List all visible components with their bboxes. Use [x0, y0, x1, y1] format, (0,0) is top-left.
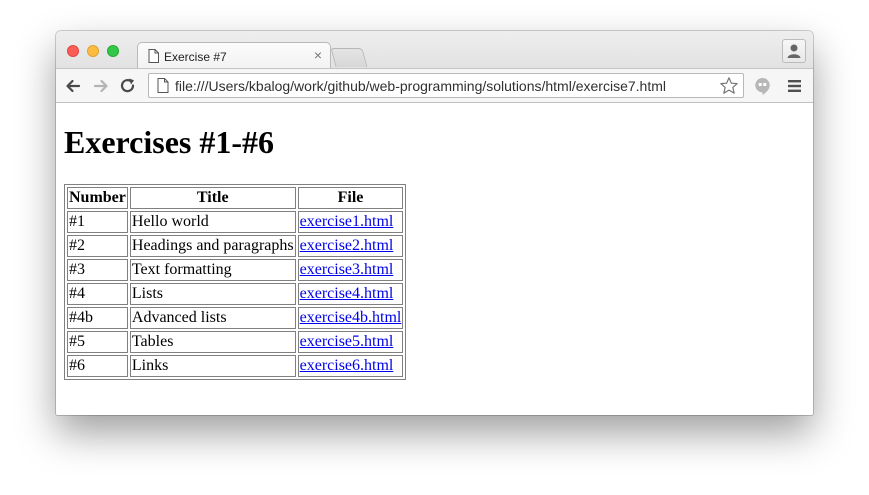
back-arrow-icon: [66, 79, 81, 93]
cell-title: Tables: [129, 331, 296, 353]
page-title: Exercises #1-#6: [64, 124, 275, 160]
back-button[interactable]: [64, 77, 82, 95]
cell-number: #5: [67, 331, 128, 353]
table-row: #2 Headings and paragraphs exercise2.htm…: [67, 235, 404, 257]
forward-arrow-icon: [93, 79, 108, 93]
header-title: Title: [129, 187, 296, 209]
cell-title: Advanced lists: [129, 307, 296, 329]
browser-window: Exercise #7 × file:///Users/kbalog/work/…: [56, 31, 813, 415]
cell-file: exercise4.html: [297, 283, 404, 305]
close-window-button[interactable]: [67, 45, 79, 57]
cell-title: Headings and paragraphs: [129, 235, 296, 257]
cell-file: exercise4b.html: [297, 307, 404, 329]
table-row: #4 Lists exercise4.html: [67, 283, 404, 305]
cell-number: #1: [67, 211, 128, 233]
cell-number: #6: [67, 355, 128, 377]
forward-button[interactable]: [92, 77, 110, 95]
cell-title: Links: [129, 355, 296, 377]
header-number: Number: [67, 187, 128, 209]
header-file: File: [297, 187, 404, 209]
reload-icon: [120, 78, 135, 93]
cell-file: exercise3.html: [297, 259, 404, 281]
star-icon[interactable]: [719, 76, 739, 101]
profile-button[interactable]: [782, 39, 806, 63]
file-link[interactable]: exercise1.html: [300, 213, 394, 230]
page-icon: [157, 78, 169, 98]
cell-file: exercise2.html: [297, 235, 404, 257]
hangouts-icon[interactable]: [754, 77, 771, 101]
file-link[interactable]: exercise4.html: [300, 285, 394, 302]
table-row: #4b Advanced lists exercise4b.html: [67, 307, 404, 329]
cell-number: #3: [67, 259, 128, 281]
cell-file: exercise6.html: [297, 355, 404, 377]
new-tab-button[interactable]: [330, 48, 368, 67]
table-row: #3 Text formatting exercise3.html: [67, 259, 404, 281]
file-link[interactable]: exercise3.html: [300, 261, 394, 278]
file-link[interactable]: exercise5.html: [300, 333, 394, 350]
table-header-row: Number Title File: [67, 187, 404, 209]
table-row: #6 Links exercise6.html: [67, 355, 404, 377]
file-link[interactable]: exercise6.html: [300, 357, 394, 374]
file-link[interactable]: exercise2.html: [300, 237, 394, 254]
page-icon: [148, 49, 159, 68]
cell-file: exercise1.html: [297, 211, 404, 233]
exercises-table: Number Title File #1 Hello world exercis…: [64, 184, 407, 380]
file-link[interactable]: exercise4b.html: [300, 309, 402, 326]
profile-icon: [787, 44, 801, 58]
table-row: #1 Hello world exercise1.html: [67, 211, 404, 233]
hamburger-menu-icon[interactable]: [787, 78, 803, 99]
tab-title: Exercise #7: [164, 50, 227, 64]
minimize-window-button[interactable]: [87, 45, 99, 57]
cell-number: #4b: [67, 307, 128, 329]
address-bar[interactable]: file:///Users/kbalog/work/github/web-pro…: [148, 73, 744, 98]
cell-number: #2: [67, 235, 128, 257]
tab-exercise-7[interactable]: Exercise #7 ×: [137, 42, 331, 70]
cell-title: Lists: [129, 283, 296, 305]
reload-button[interactable]: [119, 77, 137, 95]
title-bar: Exercise #7 ×: [56, 31, 813, 70]
page-content: Exercises #1-#6 Number Title File #1 Hel…: [56, 103, 813, 415]
cell-title: Text formatting: [129, 259, 296, 281]
table-row: #5 Tables exercise5.html: [67, 331, 404, 353]
browser-toolbar: file:///Users/kbalog/work/github/web-pro…: [56, 68, 813, 103]
cell-title: Hello world: [129, 211, 296, 233]
url-text: file:///Users/kbalog/work/github/web-pro…: [175, 78, 666, 94]
tab-close-icon[interactable]: ×: [314, 47, 322, 63]
cell-file: exercise5.html: [297, 331, 404, 353]
maximize-window-button[interactable]: [107, 45, 119, 57]
cell-number: #4: [67, 283, 128, 305]
